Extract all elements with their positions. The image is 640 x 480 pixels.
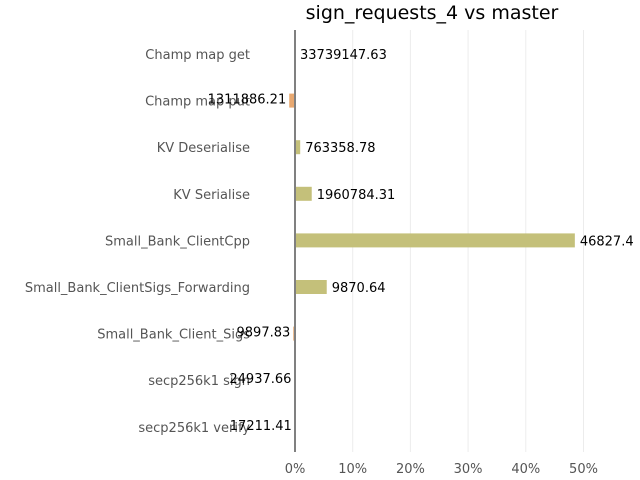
x-tick-label: 40% <box>511 462 540 477</box>
bar <box>295 233 575 248</box>
data-label: 9870.64 <box>332 281 386 296</box>
data-label: 17211.41 <box>230 419 292 434</box>
bar <box>295 280 327 294</box>
data-label: 33739147.63 <box>300 48 387 63</box>
category-label: Small_Bank_ClientSigs_Forwarding <box>25 281 250 296</box>
x-tick-label: 0% <box>285 462 306 477</box>
data-label: 1960784.31 <box>317 188 396 203</box>
data-label: 24937.66 <box>229 372 291 387</box>
x-tick-labels: 0% 10% 20% 30% 40% 50% <box>285 462 598 477</box>
category-label: Small_Bank_Client_Sigs <box>97 328 250 343</box>
bar <box>295 186 312 201</box>
category-label: Champ map get <box>145 48 250 63</box>
x-tick-label: 30% <box>454 462 483 477</box>
data-label: 1311886.21 <box>208 93 287 108</box>
x-tick-label: 50% <box>569 462 598 477</box>
category-label: Small_Bank_ClientCpp <box>105 234 250 249</box>
x-tick-label: 20% <box>396 462 425 477</box>
category-label: KV Deserialise <box>157 141 250 156</box>
bar-chart-svg: Champ map getChamp map putKV Deserialise… <box>25 2 634 477</box>
data-label: 46827.4 <box>580 234 634 249</box>
x-tick-label: 10% <box>338 462 367 477</box>
chart-title: sign_requests_4 vs master <box>306 2 559 24</box>
data-label: 9897.83 <box>237 326 291 341</box>
chart: Champ map get Champ map put KV Deserialise… <box>0 0 640 480</box>
category-label: KV Serialise <box>173 188 250 203</box>
data-label: 763358.78 <box>305 141 375 156</box>
